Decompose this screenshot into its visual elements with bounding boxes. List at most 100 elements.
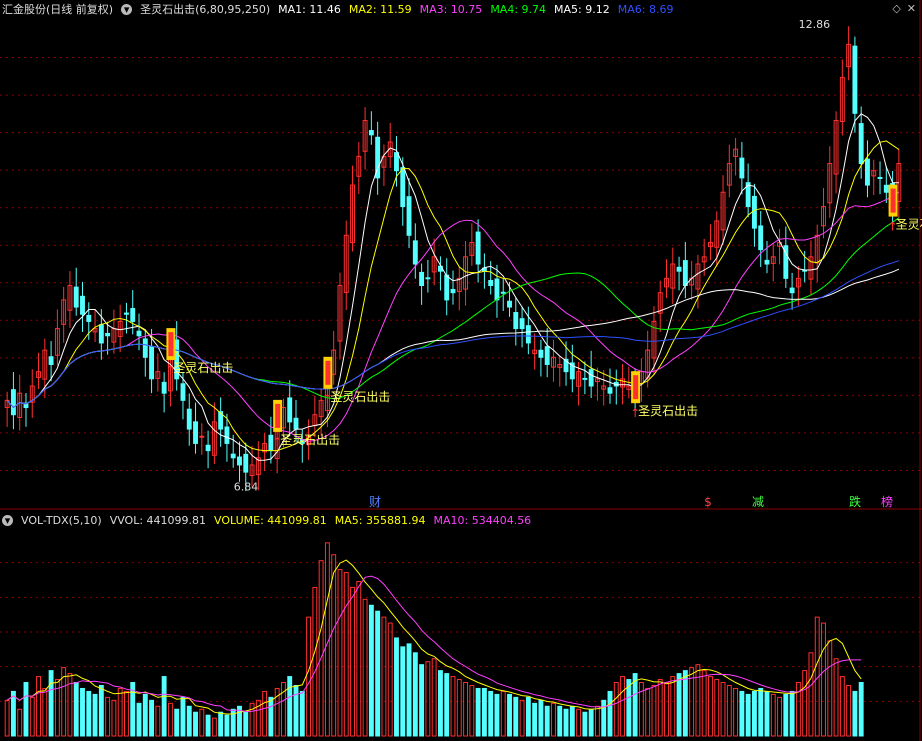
volume-bar <box>463 682 469 737</box>
volume-bar <box>450 676 456 737</box>
volume-bar <box>481 687 487 737</box>
candle <box>136 330 142 337</box>
candle <box>444 274 450 301</box>
volume-bar <box>494 693 500 737</box>
volume-bar <box>751 690 757 737</box>
candle <box>368 130 374 136</box>
candle <box>230 453 236 459</box>
volume-bar <box>400 646 406 737</box>
volume-bar <box>538 699 544 737</box>
candle <box>237 456 242 466</box>
event-mark: 跌 <box>849 494 861 509</box>
volume-ma10-line <box>6 575 862 713</box>
volume-bar <box>532 702 538 737</box>
candle <box>86 314 92 322</box>
candle <box>98 324 104 344</box>
candle <box>412 240 418 265</box>
volume-bar <box>802 670 808 737</box>
candle <box>205 444 211 452</box>
volume-bar <box>98 684 104 737</box>
volume-bar <box>136 702 142 737</box>
candle <box>400 167 406 208</box>
candle <box>450 288 456 294</box>
candle <box>105 332 111 337</box>
volume-bar <box>469 684 475 737</box>
volume-bar <box>211 717 217 737</box>
signal-bar-core <box>890 188 896 213</box>
volume-bar <box>293 684 299 737</box>
volume-bar <box>337 569 343 737</box>
candle <box>764 259 770 265</box>
candle <box>607 387 613 394</box>
volume-bar <box>745 693 751 737</box>
volume-bar <box>218 711 224 737</box>
volume-bar <box>375 610 381 737</box>
volume-bar <box>758 687 764 737</box>
candle <box>525 325 531 344</box>
volume-bar <box>821 622 826 737</box>
candle <box>519 318 525 330</box>
volume-bar <box>670 676 676 737</box>
volume-bar <box>86 690 92 737</box>
volume-bar <box>852 690 858 737</box>
volume-bar <box>387 622 393 737</box>
volume-bar <box>4 699 10 737</box>
candle <box>243 453 249 473</box>
volume-bar <box>343 572 349 737</box>
volume-bar <box>507 693 512 737</box>
volume-bar <box>174 708 180 737</box>
volume-bar <box>620 676 625 737</box>
volume-bar <box>73 682 79 737</box>
volume-bar <box>808 652 814 737</box>
volume-bar <box>36 676 41 737</box>
candle <box>544 346 550 365</box>
volume-bar <box>544 705 550 737</box>
event-mark: $ <box>704 495 712 509</box>
candle <box>488 279 494 287</box>
candle <box>852 45 858 114</box>
candle <box>883 184 889 193</box>
volume-bar <box>331 554 337 737</box>
candle <box>789 287 795 294</box>
volume-bar <box>576 708 582 737</box>
candle <box>751 195 757 229</box>
volume-bar <box>67 673 73 737</box>
candle <box>877 176 883 179</box>
candle <box>538 349 544 358</box>
volume-bar <box>632 673 638 737</box>
volume-bar <box>23 682 29 737</box>
volume-bar <box>412 652 418 737</box>
volume-bar <box>224 714 230 737</box>
volume-bar <box>714 679 720 737</box>
volume-bar <box>695 664 701 737</box>
signal-label: 圣灵石出击 <box>280 433 340 447</box>
volume-bar <box>839 676 845 737</box>
candle <box>500 291 506 294</box>
volume-bar <box>582 711 588 737</box>
volume-bar <box>846 684 852 737</box>
candle <box>588 369 594 387</box>
volume-bar <box>488 690 494 737</box>
volume-bar <box>613 682 619 737</box>
volume-bar <box>356 580 362 737</box>
volume-bar <box>513 696 519 737</box>
volume-bar <box>167 702 173 737</box>
signal-label: 圣灵石出击 <box>330 390 390 404</box>
volume-bar <box>368 604 374 737</box>
volume-bar <box>557 705 563 737</box>
chart-window: 汇金股份(日线 前复权) ▾ 圣灵石出击(6,80,95,250) MA1: 1… <box>0 0 922 741</box>
volume-bar <box>199 708 205 737</box>
candle <box>682 260 688 287</box>
volume-bar <box>733 687 739 737</box>
volume-bar <box>406 643 412 737</box>
volume-bar <box>10 690 16 737</box>
candle <box>124 312 129 315</box>
volume-bar <box>563 708 569 737</box>
volume-bar <box>268 696 274 737</box>
volume-bar <box>17 708 23 737</box>
candle <box>406 196 412 236</box>
ma4-line <box>6 217 900 409</box>
candle <box>161 381 167 394</box>
volume-bar <box>764 690 770 737</box>
signal-label: 圣灵石出击 <box>173 361 233 375</box>
